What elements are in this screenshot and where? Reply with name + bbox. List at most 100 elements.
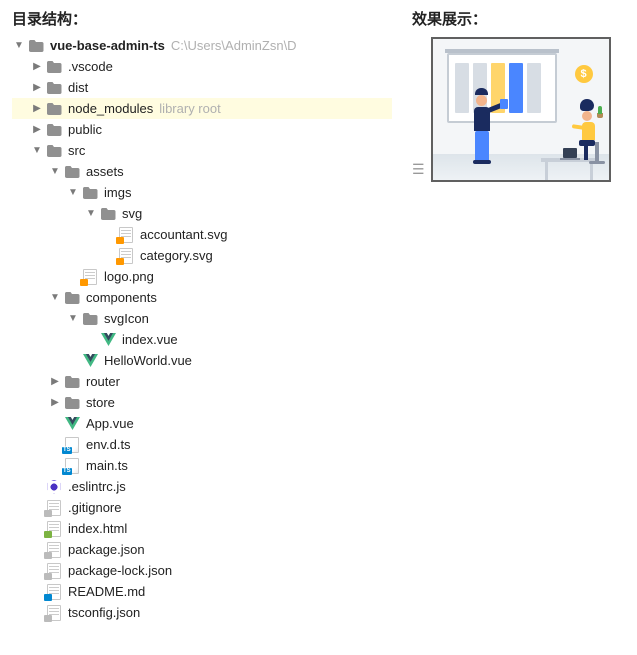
tree-row[interactable]: ▶logo.png: [12, 266, 392, 287]
chevron-down-icon[interactable]: ▼: [84, 207, 98, 221]
preview-panel: 效果展示： ☰ $: [412, 8, 625, 623]
folder-icon: [46, 59, 62, 75]
folder-icon: [82, 311, 98, 327]
tree-item-label: store: [86, 395, 115, 410]
md-file-icon: [46, 584, 62, 600]
folder-icon: [46, 143, 62, 159]
folder-icon: [64, 164, 80, 180]
chevron-down-icon[interactable]: ▼: [30, 144, 44, 158]
tree-row[interactable]: ▶accountant.svg: [12, 224, 392, 245]
chevron-right-icon[interactable]: ▶: [30, 81, 44, 95]
chevron-down-icon[interactable]: ▼: [66, 312, 80, 326]
tree-row[interactable]: ▶index.html: [12, 518, 392, 539]
directory-panel: 目录结构： ▼ vue-base-admin-ts C:\Users\AdminZs…: [12, 8, 392, 623]
tree-row[interactable]: ▶ dist: [12, 77, 392, 98]
chevron-down-icon[interactable]: ▼: [48, 165, 62, 179]
tree-row[interactable]: ▶App.vue: [12, 413, 392, 434]
tree-row[interactable]: ▶tsconfig.json: [12, 602, 392, 623]
vue-icon: [100, 332, 116, 348]
tree-item-label: router: [86, 374, 120, 389]
tree-item-label: main.ts: [86, 458, 128, 473]
chevron-down-icon[interactable]: ▼: [12, 39, 26, 53]
tree-item-label: vue-base-admin-ts: [50, 38, 165, 53]
file-tree: ▼ vue-base-admin-ts C:\Users\AdminZsn\D ▶ .v…: [12, 35, 392, 623]
json-file-icon: [46, 563, 62, 579]
tree-row[interactable]: ▼ imgs: [12, 182, 392, 203]
tree-row[interactable]: ▶.eslintrc.js: [12, 476, 392, 497]
folder-icon: [82, 185, 98, 201]
tree-item-extra: C:\Users\AdminZsn\D: [171, 38, 297, 53]
tree-item-label: svg: [122, 206, 142, 221]
folder-icon: [28, 38, 44, 54]
chevron-right-icon[interactable]: ▶: [30, 123, 44, 137]
tree-item-label: category.svg: [140, 248, 213, 263]
folder-icon: [64, 374, 80, 390]
folder-icon: [100, 206, 116, 222]
json-file-icon: [46, 500, 62, 516]
json-file-icon: [46, 605, 62, 621]
chevron-right-icon[interactable]: ▶: [30, 102, 44, 116]
tree-item-label: accountant.svg: [140, 227, 227, 242]
preview-title: 效果展示：: [412, 8, 625, 29]
chevron-right-icon[interactable]: ▶: [30, 60, 44, 74]
html-file-icon: [46, 521, 62, 537]
tree-row[interactable]: ▶ public: [12, 119, 392, 140]
tree-row[interactable]: ▶ router: [12, 371, 392, 392]
vue-icon: [64, 416, 80, 432]
tree-item-label: dist: [68, 80, 88, 95]
folder-icon: [46, 101, 62, 117]
ts-file-icon: TS: [64, 437, 80, 453]
tree-item-label: node_modules: [68, 101, 153, 116]
tree-row[interactable]: ▶package-lock.json: [12, 560, 392, 581]
tree-row[interactable]: ▶README.md: [12, 581, 392, 602]
tree-item-label: public: [68, 122, 102, 137]
tree-item-label: imgs: [104, 185, 131, 200]
tree-row[interactable]: ▶TSenv.d.ts: [12, 434, 392, 455]
tree-item-label: .vscode: [68, 59, 113, 74]
directory-title: 目录结构：: [12, 8, 392, 29]
image-file-icon: [82, 269, 98, 285]
tree-item-label: assets: [86, 164, 124, 179]
tree-item-label: package-lock.json: [68, 563, 172, 578]
tree-item-extra: library root: [159, 101, 220, 116]
tree-item-label: src: [68, 143, 85, 158]
tree-item-label: logo.png: [104, 269, 154, 284]
tree-row[interactable]: ▶ .vscode: [12, 56, 392, 77]
tree-row[interactable]: ▼ components: [12, 287, 392, 308]
tree-row[interactable]: ▶.gitignore: [12, 497, 392, 518]
tree-row[interactable]: ▼svgIcon: [12, 308, 392, 329]
tree-row[interactable]: ▼ assets: [12, 161, 392, 182]
tree-item-label: index.vue: [122, 332, 178, 347]
tree-item-label: package.json: [68, 542, 145, 557]
tree-row[interactable]: ▶ store: [12, 392, 392, 413]
tree-row[interactable]: ▼ svg: [12, 203, 392, 224]
tree-row[interactable]: ▶category.svg: [12, 245, 392, 266]
eslint-icon: [46, 479, 62, 495]
tree-row[interactable]: ▶index.vue: [12, 329, 392, 350]
tree-row[interactable]: ▶HelloWorld.vue: [12, 350, 392, 371]
tree-item-label: .eslintrc.js: [68, 479, 126, 494]
tree-item-label: App.vue: [86, 416, 134, 431]
folder-icon: [46, 80, 62, 96]
chevron-down-icon[interactable]: ▼: [66, 186, 80, 200]
ts-file-icon: TS: [64, 458, 80, 474]
json-file-icon: [46, 542, 62, 558]
image-file-icon: [118, 248, 134, 264]
vue-icon: [82, 353, 98, 369]
tree-item-label: README.md: [68, 584, 145, 599]
tree-item-label: tsconfig.json: [68, 605, 140, 620]
tree-row[interactable]: ▶package.json: [12, 539, 392, 560]
tree-item-label: index.html: [68, 521, 127, 536]
tree-row[interactable]: ▶TSmain.ts: [12, 455, 392, 476]
tree-row[interactable]: ▶ node_modules library root: [12, 98, 392, 119]
folder-icon: [64, 290, 80, 306]
chevron-right-icon[interactable]: ▶: [48, 396, 62, 410]
tree-row[interactable]: ▼ src: [12, 140, 392, 161]
tree-row[interactable]: ▼ vue-base-admin-ts C:\Users\AdminZsn\D: [12, 35, 392, 56]
list-icon: ☰: [412, 161, 425, 178]
chevron-down-icon[interactable]: ▼: [48, 291, 62, 305]
chevron-right-icon[interactable]: ▶: [48, 375, 62, 389]
image-file-icon: [118, 227, 134, 243]
tree-item-label: components: [86, 290, 157, 305]
folder-icon: [46, 122, 62, 138]
